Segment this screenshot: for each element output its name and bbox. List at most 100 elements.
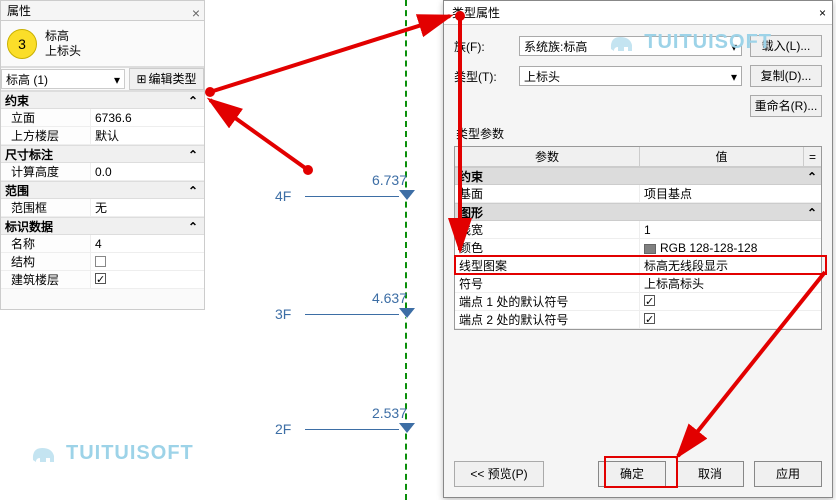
table-row: 结构	[1, 253, 204, 271]
copy-button[interactable]: 复制(D)...	[750, 65, 822, 87]
row-value[interactable]: 无	[91, 199, 204, 217]
chevron-down-icon: ▾	[731, 67, 737, 85]
level-line	[305, 196, 399, 197]
param-label: 端点 1 处的默认符号	[455, 293, 640, 310]
param-value[interactable]: 标高无线段显示	[640, 257, 821, 274]
type-selector-row: 标高 (1) ▾ ⊞ 编辑类型	[1, 67, 204, 91]
param-value[interactable]: RGB 128-128-128	[640, 239, 821, 256]
header-param: 参数	[455, 147, 640, 166]
level-line	[305, 429, 399, 430]
row-label: 立面	[1, 109, 91, 127]
checkbox-checked-icon[interactable]	[644, 295, 655, 306]
row-value[interactable]: 0.0	[91, 163, 204, 181]
row-label: 建筑楼层	[1, 271, 91, 289]
rename-button[interactable]: 重命名(R)...	[750, 95, 822, 117]
table-row: 端点 1 处的默认符号	[455, 293, 821, 311]
close-icon[interactable]: ×	[819, 1, 826, 24]
group-extent[interactable]: 范围 ⌃	[1, 181, 204, 199]
collapse-icon: ⌃	[188, 146, 198, 162]
dropdown-value: 系统族:标高	[524, 37, 587, 55]
param-value[interactable]: 1	[640, 221, 821, 238]
chevron-down-icon: ▾	[114, 70, 120, 88]
collapse-icon: ⌃	[807, 204, 817, 220]
group-constraint[interactable]: 约束 ⌃	[455, 167, 821, 185]
group-label: 图形	[459, 204, 483, 220]
collapse-icon: ⌃	[188, 182, 198, 198]
checkbox-icon[interactable]	[95, 256, 106, 267]
row-value[interactable]: 6736.6	[91, 109, 204, 127]
dialog-title-bar[interactable]: 类型属性 ×	[444, 1, 832, 25]
table-row: 名称 4	[1, 235, 204, 253]
table-row: 基面 项目基点	[455, 185, 821, 203]
row-value[interactable]: 4	[91, 235, 204, 253]
collapse-icon: ⌃	[807, 168, 817, 184]
param-value[interactable]: 项目基点	[640, 185, 821, 202]
row-label: 名称	[1, 235, 91, 253]
collapse-icon: ⌃	[188, 92, 198, 108]
group-label: 范围	[5, 182, 29, 198]
watermark: TUITUISOFT	[608, 29, 772, 55]
table-row: 上方楼层 默认	[1, 127, 204, 145]
level-line	[305, 314, 399, 315]
param-value[interactable]: 上标高标头	[640, 275, 821, 292]
level-marker[interactable]: 6.737 4F	[275, 172, 415, 204]
param-label: 符号	[455, 275, 640, 292]
checkbox-checked-icon[interactable]	[644, 313, 655, 324]
step-badge: 3	[7, 29, 37, 59]
row-label: 结构	[1, 253, 91, 271]
watermark-text: TUITUISOFT	[644, 31, 772, 54]
color-text: RGB 128-128-128	[660, 241, 757, 255]
level-name: 2F	[275, 421, 305, 437]
triangle-icon	[399, 309, 415, 319]
level-elev: 2.537	[372, 405, 415, 421]
table-row: 计算高度 0.0	[1, 163, 204, 181]
apply-button[interactable]: 应用	[754, 461, 822, 487]
elephant-icon	[608, 29, 638, 55]
triangle-icon	[399, 424, 415, 434]
edit-type-button[interactable]: ⊞ 编辑类型	[129, 68, 204, 90]
collapse-icon: ⌃	[188, 218, 198, 234]
group-label: 约束	[459, 168, 483, 184]
checkbox-checked-icon[interactable]	[95, 273, 106, 284]
level-name: 3F	[275, 306, 305, 322]
type-line1: 标高	[45, 29, 81, 44]
param-label: 线宽	[455, 221, 640, 238]
type-properties-dialog: 类型属性 × 族(F): 系统族:标高▾ 载入(L)... 类型(T): 上标头…	[443, 0, 833, 498]
type-dropdown[interactable]: 上标头 ▾	[519, 66, 742, 86]
dropdown-value: 上标头	[524, 67, 560, 85]
row-value[interactable]	[91, 271, 204, 289]
edit-type-label: 编辑类型	[149, 69, 197, 89]
type-text: 标高 上标头	[45, 29, 81, 59]
level-marker[interactable]: 4.637 3F	[275, 290, 415, 322]
dialog-footer: << 预览(P) 确定 取消 应用	[454, 461, 822, 487]
elephant-icon	[30, 440, 60, 466]
group-label: 标识数据	[5, 218, 53, 234]
row-value[interactable]: 默认	[91, 127, 204, 145]
color-swatch-icon	[644, 244, 656, 254]
table-row: 符号 上标高标头	[455, 275, 821, 293]
properties-panel: 属性 × 3 标高 上标头 标高 (1) ▾ ⊞ 编辑类型 约束 ⌃ 立面 67…	[0, 0, 205, 310]
ok-button[interactable]: 确定	[598, 461, 666, 487]
preview-button[interactable]: << 预览(P)	[454, 461, 544, 487]
cancel-button[interactable]: 取消	[676, 461, 744, 487]
level-marker[interactable]: 2.537 2F	[275, 405, 415, 437]
param-value[interactable]	[640, 311, 821, 328]
param-value[interactable]	[640, 293, 821, 310]
group-dimensions[interactable]: 尺寸标注 ⌃	[1, 145, 204, 163]
watermark: TUITUISOFT	[30, 440, 194, 466]
field-label: 族(F):	[454, 38, 519, 55]
close-icon[interactable]: ×	[192, 3, 200, 23]
row-label: 上方楼层	[1, 127, 91, 145]
section-label: 类型参数	[456, 125, 822, 142]
dialog-title: 类型属性	[452, 1, 500, 24]
panel-title: 属性	[7, 4, 31, 18]
group-identity[interactable]: 标识数据 ⌃	[1, 217, 204, 235]
level-elev: 4.637	[372, 290, 415, 306]
table-row-pattern: 线型图案 标高无线段显示	[455, 257, 821, 275]
triangle-icon	[399, 191, 415, 201]
table-row: 范围框 无	[1, 199, 204, 217]
group-graphic[interactable]: 图形 ⌃	[455, 203, 821, 221]
group-constraint[interactable]: 约束 ⌃	[1, 91, 204, 109]
row-value[interactable]	[91, 253, 204, 271]
type-dropdown[interactable]: 标高 (1) ▾	[1, 69, 125, 89]
